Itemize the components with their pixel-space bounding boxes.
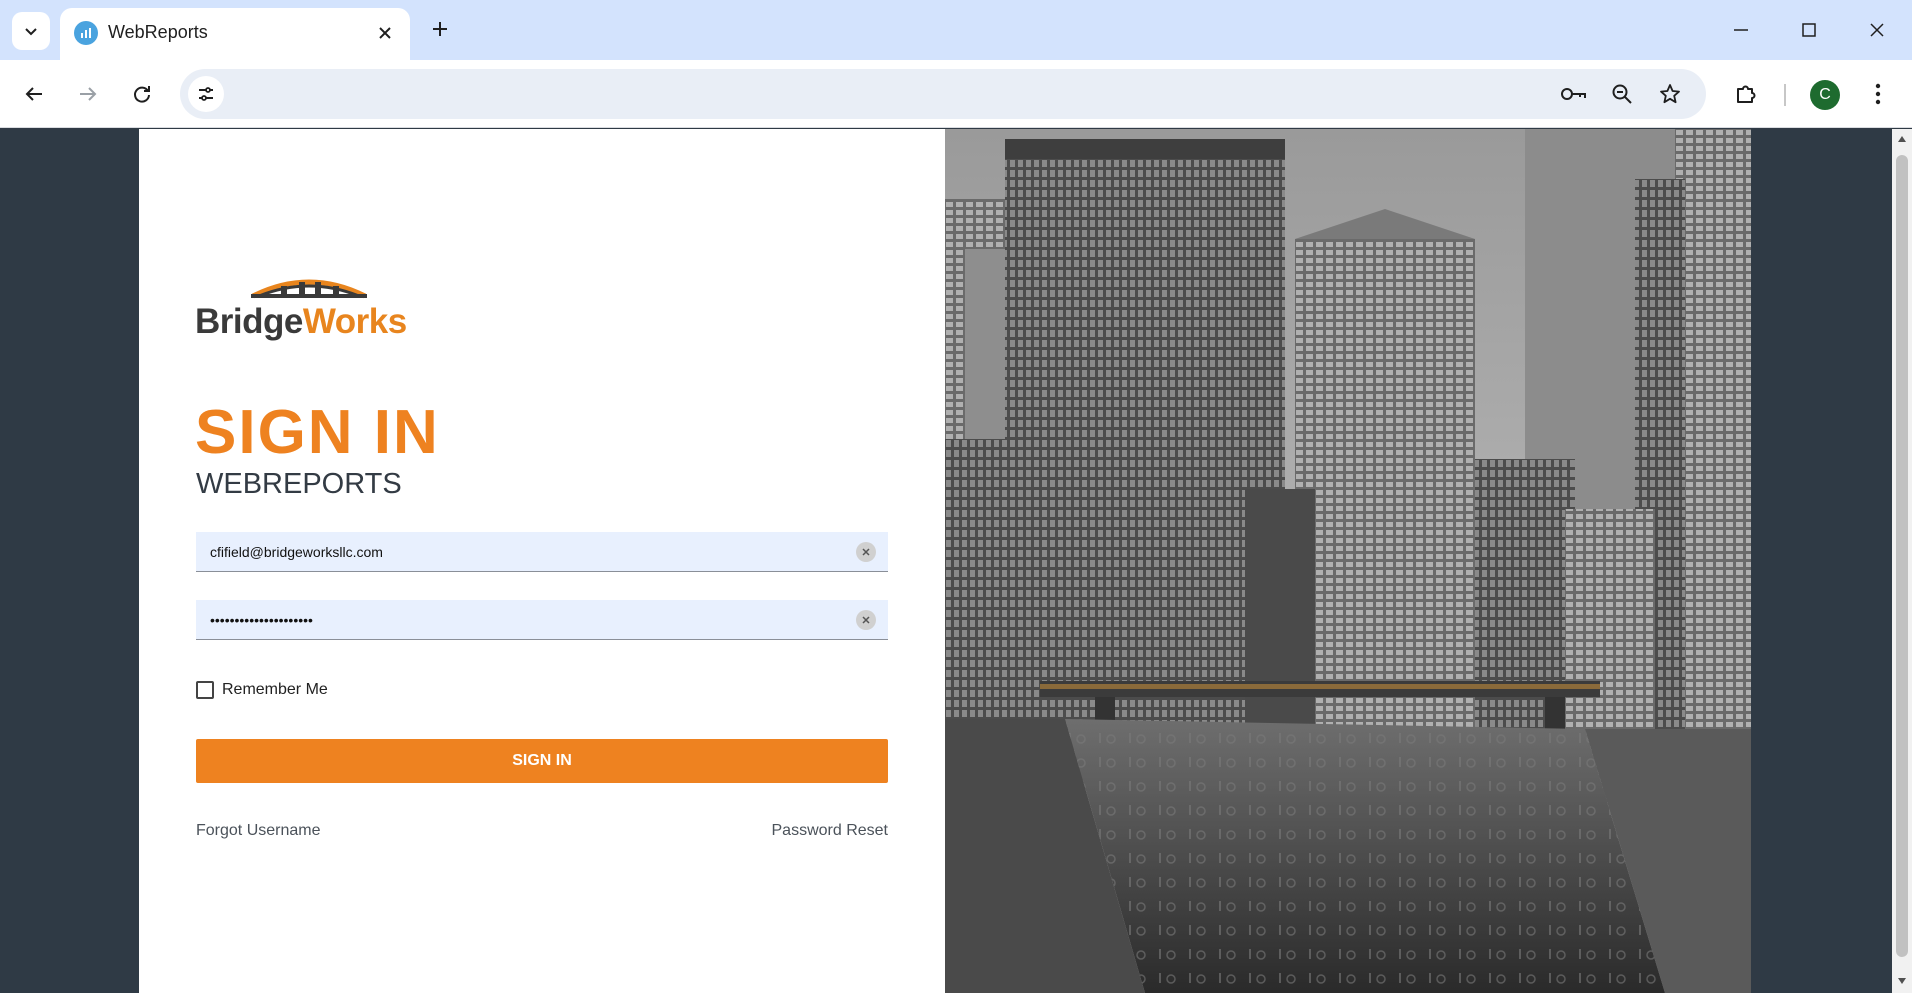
browser-toolbar: C xyxy=(0,60,1912,128)
arrow-right-icon xyxy=(80,87,97,101)
browser-menu-button[interactable] xyxy=(1858,74,1898,114)
bridgeworks-logo: BridgeWorks xyxy=(195,266,423,346)
tab-search-button[interactable] xyxy=(12,12,50,50)
username-field xyxy=(196,532,888,572)
more-vertical-icon xyxy=(1875,83,1881,105)
toolbar-separator xyxy=(1784,84,1786,106)
password-field xyxy=(196,600,888,640)
tune-icon xyxy=(199,87,213,101)
minimize-icon xyxy=(1734,29,1748,31)
plus-icon xyxy=(433,22,447,36)
back-button[interactable] xyxy=(14,74,54,114)
logo-wordmark: BridgeWorks xyxy=(195,302,407,342)
chart-icon xyxy=(74,21,98,45)
page-title: SIGN IN xyxy=(195,398,440,467)
password-reset-link[interactable]: Password Reset xyxy=(772,822,889,840)
close-icon xyxy=(862,548,870,556)
clear-password-button[interactable] xyxy=(856,610,876,630)
site-info-button[interactable] xyxy=(188,76,224,112)
remember-me: Remember Me xyxy=(196,681,328,699)
logo-text-bridge: Bridge xyxy=(195,302,303,341)
clear-username-button[interactable] xyxy=(856,542,876,562)
scroll-up-button[interactable] xyxy=(1896,133,1908,145)
logo-text-works: Works xyxy=(302,302,407,341)
maximize-button[interactable] xyxy=(1786,10,1832,50)
key-icon xyxy=(1561,88,1586,100)
triangle-down-icon xyxy=(1898,978,1906,984)
remember-me-checkbox[interactable] xyxy=(196,681,214,699)
close-icon xyxy=(379,27,391,39)
reload-button[interactable] xyxy=(122,74,162,114)
password-input[interactable] xyxy=(196,600,836,639)
username-input[interactable] xyxy=(196,532,836,571)
chevron-down-icon xyxy=(25,28,37,36)
tab-strip: WebReports xyxy=(0,0,1912,60)
tab-close-button[interactable] xyxy=(372,20,398,46)
sign-in-button[interactable]: SIGN IN xyxy=(196,739,888,783)
bridge-arch-icon xyxy=(251,279,367,299)
browser-tab[interactable]: WebReports xyxy=(60,8,410,60)
maximize-icon xyxy=(1802,23,1816,37)
remember-me-label[interactable]: Remember Me xyxy=(222,681,328,699)
close-window-button[interactable] xyxy=(1854,10,1900,50)
arrow-left-icon xyxy=(25,87,42,101)
new-tab-button[interactable] xyxy=(425,14,455,44)
password-key-button[interactable] xyxy=(1557,77,1591,111)
login-panel: BridgeWorks SIGN IN WEBREPORTS Remembe xyxy=(139,129,945,993)
extensions-button[interactable] xyxy=(1726,74,1766,114)
forward-button[interactable] xyxy=(68,74,108,114)
profile-avatar[interactable]: C xyxy=(1810,80,1840,110)
tab-title: WebReports xyxy=(108,22,208,42)
close-icon xyxy=(1870,23,1884,37)
zoom-button[interactable] xyxy=(1605,77,1639,111)
star-icon xyxy=(1660,84,1680,104)
address-bar[interactable] xyxy=(180,69,1706,119)
page-subtitle: WEBREPORTS xyxy=(196,468,402,500)
page-viewport: BridgeWorks SIGN IN WEBREPORTS Remembe xyxy=(0,129,1912,993)
puzzle-icon xyxy=(1737,85,1756,103)
scrollbar-thumb[interactable] xyxy=(1896,155,1908,957)
zoom-out-icon xyxy=(1612,84,1632,104)
city-skyline-illustration xyxy=(945,129,1751,993)
reload-icon xyxy=(134,86,150,103)
minimize-button[interactable] xyxy=(1718,10,1764,50)
bookmark-button[interactable] xyxy=(1653,77,1687,111)
triangle-up-icon xyxy=(1898,136,1906,142)
forgot-username-link[interactable]: Forgot Username xyxy=(196,822,321,840)
scroll-down-button[interactable] xyxy=(1896,975,1908,987)
city-background-image xyxy=(945,129,1751,993)
close-icon xyxy=(862,616,870,624)
page-scrollbar[interactable] xyxy=(1892,129,1912,993)
